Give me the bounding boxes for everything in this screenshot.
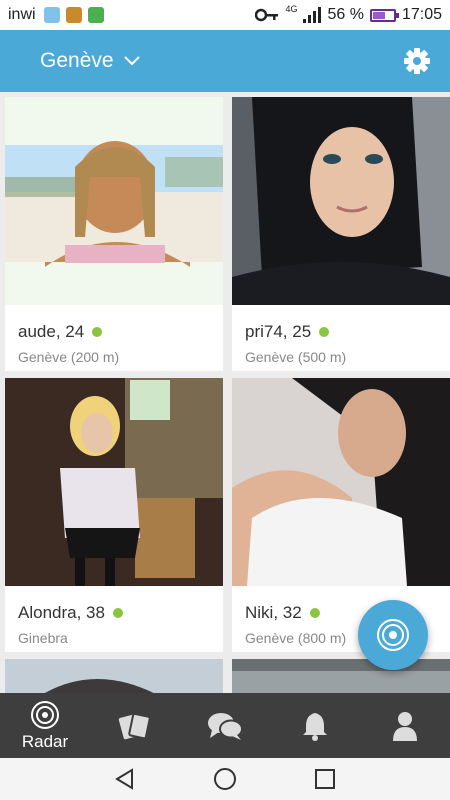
chevron-down-icon bbox=[123, 56, 140, 66]
city-selector[interactable]: Genève bbox=[40, 49, 140, 73]
nav-radar[interactable]: Radar bbox=[0, 693, 90, 758]
profile-name: pri74, 25 bbox=[245, 322, 330, 342]
online-status-dot bbox=[319, 327, 330, 337]
profile-card[interactable] bbox=[5, 659, 223, 693]
profile-name-text: pri74, 25 bbox=[245, 322, 312, 341]
recents-button[interactable] bbox=[310, 764, 340, 794]
profile-name: Alondra, 38 bbox=[18, 603, 123, 623]
radar-icon bbox=[31, 700, 59, 729]
network-type: 4G bbox=[285, 3, 298, 14]
settings-button[interactable] bbox=[402, 46, 432, 76]
gear-icon bbox=[404, 48, 430, 74]
recents-icon bbox=[315, 769, 335, 789]
profile-card[interactable] bbox=[232, 659, 450, 693]
system-navigation-bar bbox=[0, 758, 450, 800]
status-bar: inwi 4G 56 % 17:05 bbox=[0, 0, 450, 30]
bell-icon bbox=[303, 712, 327, 741]
back-button[interactable] bbox=[110, 764, 140, 794]
online-status-dot bbox=[309, 608, 320, 618]
profile-card[interactable]: pri74, 25 Genève (500 m) bbox=[232, 97, 450, 371]
profile-photo bbox=[232, 378, 450, 586]
profile-name: aude, 24 bbox=[18, 322, 103, 342]
profile-name-text: aude, 24 bbox=[18, 322, 85, 341]
profile-location: Ginebra bbox=[18, 630, 68, 646]
nav-radar-label: Radar bbox=[21, 731, 69, 751]
app-notification-icon bbox=[43, 7, 60, 23]
carrier-name: inwi bbox=[8, 6, 36, 23]
online-status-dot bbox=[112, 608, 123, 618]
profile-photo bbox=[5, 378, 223, 586]
back-icon bbox=[115, 768, 133, 790]
profile-location: Genève (200 m) bbox=[18, 349, 120, 365]
home-icon bbox=[214, 768, 236, 790]
chat-icon bbox=[208, 712, 243, 740]
nav-chat[interactable] bbox=[180, 693, 270, 758]
profile-name-text: Niki, 32 bbox=[245, 603, 302, 622]
profile-location: Genève (500 m) bbox=[245, 349, 347, 365]
app-notification-icon bbox=[87, 7, 104, 23]
profile-card[interactable]: Alondra, 38 Ginebra bbox=[5, 378, 223, 652]
bottom-navigation: Radar bbox=[0, 693, 450, 758]
radar-icon bbox=[377, 619, 409, 651]
profile-name-text: Alondra, 38 bbox=[18, 603, 105, 622]
profile-location: Genève (800 m) bbox=[245, 630, 347, 646]
profile-card[interactable]: aude, 24 Genève (200 m) bbox=[5, 97, 223, 371]
signal-icon bbox=[303, 7, 322, 23]
nav-notifications[interactable] bbox=[270, 693, 360, 758]
profile-name: Niki, 32 bbox=[245, 603, 320, 623]
profile-photo bbox=[232, 97, 450, 305]
radar-fab-button[interactable] bbox=[358, 600, 428, 670]
clock: 17:05 bbox=[401, 6, 442, 23]
user-icon bbox=[393, 711, 417, 741]
home-button[interactable] bbox=[210, 764, 240, 794]
profile-photo bbox=[5, 97, 223, 305]
nav-cards[interactable] bbox=[90, 693, 180, 758]
battery-icon bbox=[369, 8, 399, 22]
app-notification-icon bbox=[65, 7, 82, 23]
online-status-dot bbox=[92, 327, 103, 337]
cards-icon bbox=[118, 712, 151, 739]
app-bar: Genève bbox=[0, 30, 450, 92]
nav-profile[interactable] bbox=[360, 693, 450, 758]
battery-percent: 56 % bbox=[327, 6, 364, 23]
city-name: Genève bbox=[40, 49, 114, 72]
key-icon bbox=[255, 8, 279, 22]
